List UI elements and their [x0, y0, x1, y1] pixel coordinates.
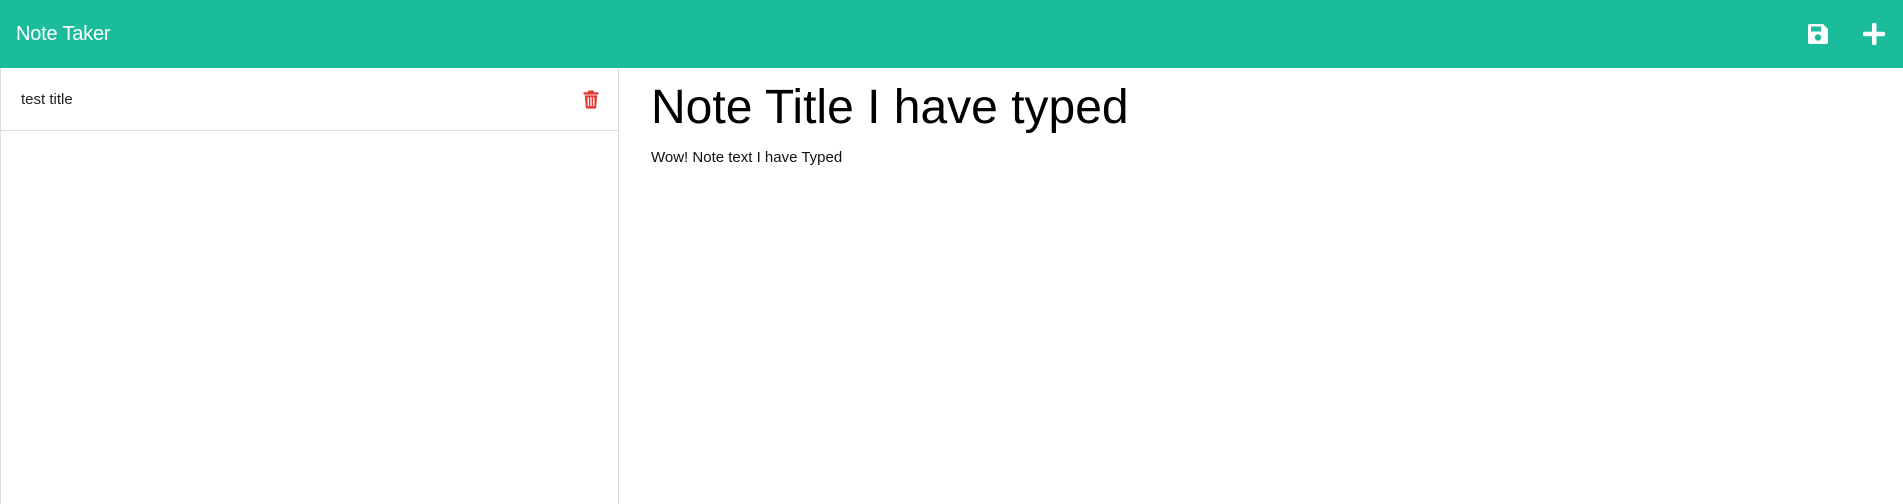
note-list-item[interactable]: test title — [1, 68, 618, 131]
plus-icon — [1863, 23, 1885, 45]
note-list-item-title[interactable]: test title — [21, 91, 73, 108]
trash-icon — [583, 90, 599, 109]
note-editor: Note Title I have typed Wow! Note text I… — [619, 68, 1903, 504]
new-note-button[interactable] — [1861, 21, 1887, 47]
note-title-input[interactable]: Note Title I have typed — [651, 80, 1871, 135]
nav-icons — [1805, 21, 1887, 47]
app-title[interactable]: Note Taker — [16, 23, 111, 46]
save-note-button[interactable] — [1805, 21, 1831, 47]
delete-note-button[interactable] — [582, 89, 600, 109]
navbar: Note Taker — [0, 0, 1903, 68]
note-text-input[interactable]: Wow! Note text I have Typed — [651, 149, 1871, 166]
save-icon — [1807, 24, 1828, 44]
note-list: test title — [0, 68, 619, 504]
content: test title Note Title I have typed Wow! … — [0, 68, 1903, 504]
